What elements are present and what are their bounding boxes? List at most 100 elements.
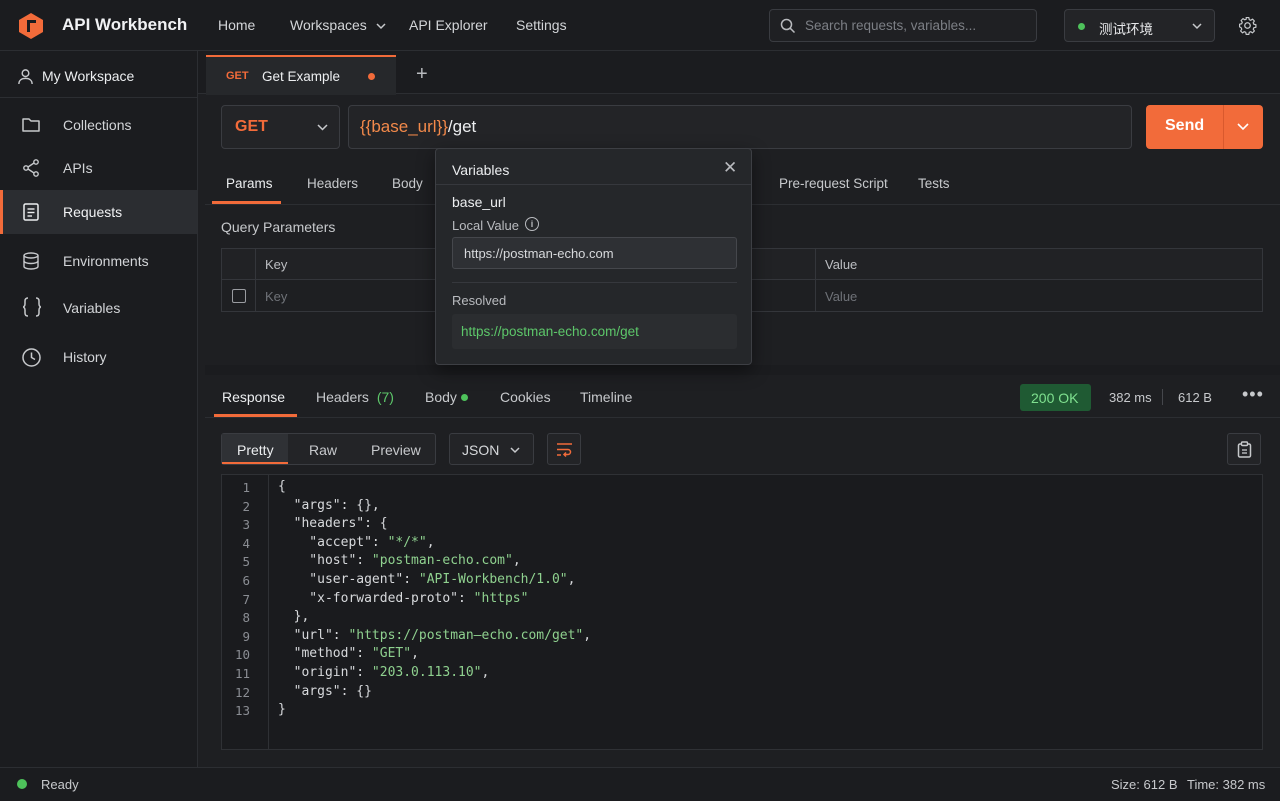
local-value-input[interactable]: https://postman-echo.com [452,237,737,269]
headers-label: Headers [316,389,369,405]
send-button[interactable]: Send [1146,105,1263,149]
tab-timeline[interactable]: Timeline [580,389,632,405]
status-badge: 200 OK [1020,384,1091,411]
search-input[interactable]: Search requests, variables... [769,9,1037,42]
resolved-label: Resolved [452,293,507,308]
tab-response-headers[interactable]: Headers (7) [316,389,394,405]
nav-workspaces[interactable]: Workspaces [290,17,386,33]
user-icon [18,69,33,85]
value-input[interactable]: Value [825,289,857,304]
code-line: "accept": "*/*", [278,534,435,550]
chevron-down-icon [317,124,328,131]
tab-cookies[interactable]: Cookies [500,389,551,405]
line-number: 4 [242,535,250,551]
workspace-switcher[interactable]: My Workspace [0,54,197,98]
gear-icon[interactable] [1238,16,1257,35]
folder-icon [22,118,40,132]
sidebar-item-variables[interactable]: Variables [0,286,197,330]
tab-response[interactable]: Response [222,389,285,405]
info-icon[interactable]: i [525,217,539,231]
unsaved-dot [368,73,375,80]
copy-button[interactable] [1227,433,1261,465]
line-number-gutter: 1 2 3 4 5 6 7 8 9 10 11 12 13 [222,475,269,749]
format-raw-button[interactable]: Raw [309,442,337,458]
url-text: {{base_url}}/get [360,117,476,137]
nav-home[interactable]: Home [218,17,255,33]
sidebar-item-history[interactable]: History [0,335,197,379]
tab-headers[interactable]: Headers [307,176,358,191]
status-bar: Ready Size: 612 B Time: 382 ms [0,767,1280,801]
document-icon [23,203,39,221]
close-icon[interactable]: ✕ [723,158,737,178]
nav-settings[interactable]: Settings [516,17,567,33]
format-preview-button[interactable]: Preview [371,442,421,458]
code-line: "args": {} [278,683,372,699]
column-header-key: Key [265,257,288,272]
tab-method: GET [226,70,249,82]
language-select[interactable]: JSON [449,433,534,465]
local-value-label: Local Value [452,218,519,233]
tab-params[interactable]: Params [226,176,273,191]
database-icon [23,252,39,270]
sidebar: My Workspace Collections APIs Requests E… [0,51,198,767]
active-tab-indicator [214,414,297,417]
body-status-dot [461,394,468,401]
request-tab-bar: GET Get Example + [198,51,1280,95]
code-line: { [278,479,286,494]
request-tab-get-example[interactable]: GET Get Example [206,55,396,95]
url-input[interactable]: {{base_url}}/get [348,105,1132,149]
tab-body[interactable]: Body [392,176,423,191]
column-divider [255,249,256,311]
nav-api-explorer[interactable]: API Explorer [409,17,488,33]
format-toggle-group: Pretty Raw Preview [221,433,436,465]
clipboard-icon [1237,441,1252,458]
more-options-icon[interactable]: ••• [1242,384,1264,405]
sidebar-item-requests[interactable]: Requests [0,190,197,234]
chevron-down-icon[interactable] [1237,123,1249,131]
row-checkbox[interactable] [232,289,246,303]
key-input[interactable]: Key [265,289,287,304]
top-bar: API Workbench Home Workspaces API Explor… [0,0,1280,51]
line-number: 1 [242,480,250,495]
tab-pre-request-script[interactable]: Pre-request Script [779,176,888,191]
sidebar-item-label: Environments [63,253,149,269]
code-line: "headers": { [278,516,388,532]
line-number: 9 [242,628,250,644]
sidebar-item-collections[interactable]: Collections [0,103,197,147]
code-line: }, [278,609,310,625]
response-body-code: 1 2 3 4 5 6 7 8 9 10 11 12 13 { "args": {}, "headers… [221,474,1263,750]
environment-status-dot [1078,23,1085,30]
sidebar-item-label: APIs [63,160,93,176]
environment-select[interactable]: 测试环境 [1064,9,1215,42]
tab-tests[interactable]: Tests [918,176,950,191]
new-tab-button[interactable]: + [416,63,428,86]
code-line: } [278,702,286,718]
search-placeholder: Search requests, variables... [805,18,977,33]
workspace-label: My Workspace [42,68,135,84]
sidebar-item-label: Collections [63,117,132,133]
search-icon [780,18,796,34]
chevron-down-icon [1192,23,1202,30]
wrap-text-icon [557,443,572,458]
line-number: 2 [242,498,250,514]
sidebar-item-label: History [63,349,107,365]
response-tab-bar: Response Headers (7) Body Cookies Timeli… [205,376,1280,418]
nav-workspaces-label: Workspaces [290,17,367,33]
method-select[interactable]: GET [221,105,340,149]
divider [436,184,751,185]
sidebar-item-apis[interactable]: APIs [0,146,197,190]
resolved-value: https://postman-echo.com/get [461,324,639,339]
tab-title: Get Example [262,69,341,84]
code-line: "args": {}, [278,497,380,513]
code-line: "x-forwarded-proto": "https" [278,590,529,606]
wrap-lines-button[interactable] [547,433,581,465]
format-pretty-label: Pretty [237,442,274,458]
tab-response-body[interactable]: Body [425,389,457,405]
status-size: Size: 612 B [1111,777,1178,792]
line-number: 11 [234,666,250,681]
url-variable[interactable]: {{base_url}} [360,117,448,136]
sidebar-item-environments[interactable]: Environments [0,239,197,283]
query-parameters-title: Query Parameters [221,219,336,235]
status-time: Time: 382 ms [1187,777,1266,792]
status-text: 200 OK [1031,390,1079,406]
